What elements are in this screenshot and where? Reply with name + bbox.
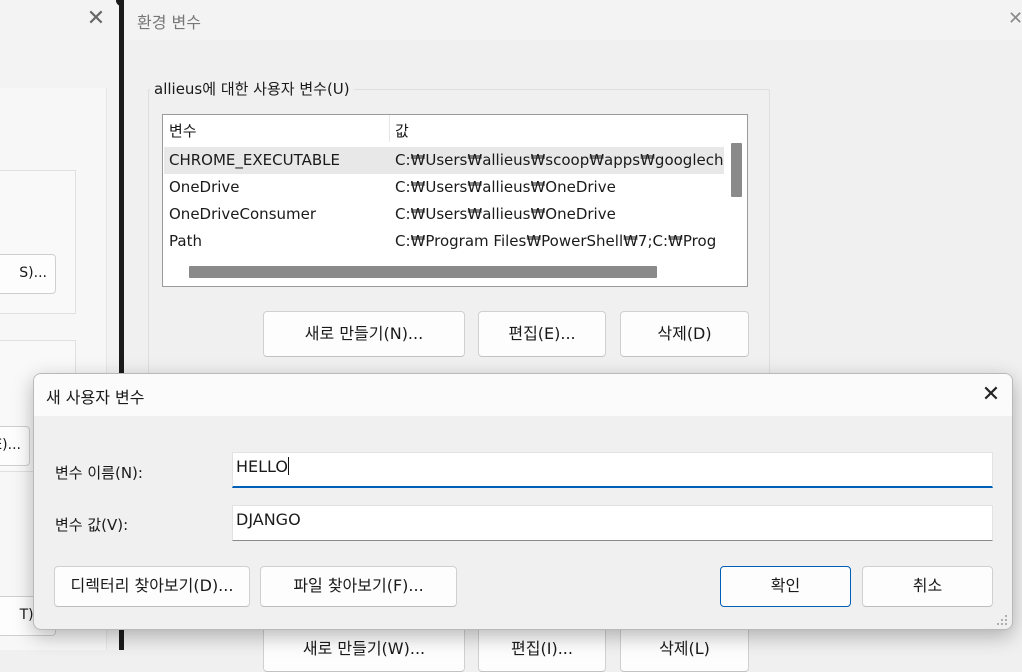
table-row[interactable]: OneDriveConsumer C:₩Users₩allieus₩OneDri…	[164, 201, 724, 228]
variable-value: C:₩Program Files₩PowerShell₩7;C:₩Prog	[395, 232, 717, 250]
variable-name: OneDriveConsumer	[169, 205, 317, 223]
variable-value: C:₩Users₩allieus₩OneDrive	[395, 205, 616, 223]
table-row[interactable]: OneDrive C:₩Users₩allieus₩OneDrive	[164, 174, 724, 201]
column-header-value[interactable]: 값	[395, 120, 409, 141]
new-user-variable-dialog: 새 사용자 변수 ✕ 변수 이름(N): HELLO 변수 값(V): DJAN…	[33, 373, 1013, 630]
variable-value-label: 변수 값(V):	[55, 516, 129, 534]
variable-name-label: 변수 이름(N):	[55, 464, 143, 482]
variable-name: CHROME_EXECUTABLE	[169, 151, 340, 169]
column-header-name[interactable]: 변수	[169, 120, 197, 141]
horizontal-scrollbar[interactable]	[189, 266, 657, 278]
resize-grip-icon[interactable]	[994, 612, 1008, 626]
close-icon[interactable]: ✕	[1008, 8, 1022, 29]
delete-system-variable-button[interactable]: 삭제(L)	[620, 626, 749, 672]
vertical-scrollbar[interactable]	[731, 143, 742, 197]
delete-user-variable-button[interactable]: 삭제(D)	[620, 311, 749, 357]
ok-button[interactable]: 확인	[720, 566, 851, 607]
edit-user-variable-button[interactable]: 편집(E)...	[478, 311, 606, 357]
variable-value: C:₩Users₩allieus₩OneDrive	[395, 178, 616, 196]
env-window-title: 환경 변수	[137, 13, 201, 32]
variable-value: C:₩Users₩allieus₩scoop₩apps₩googlech	[395, 151, 724, 169]
text-caret	[288, 457, 289, 475]
variable-name-value: HELLO	[236, 457, 288, 476]
variable-name: OneDrive	[169, 178, 240, 196]
table-row[interactable]: Path C:₩Program Files₩PowerShell₩7;C:₩Pr…	[164, 228, 724, 255]
user-variables-label: allieus에 대한 사용자 변수(U)	[150, 78, 354, 99]
variable-value-text: DJANGO	[236, 510, 301, 529]
new-system-variable-button[interactable]: 새로 만들기(W)...	[263, 626, 465, 672]
variable-name: Path	[169, 232, 202, 250]
variable-value-field[interactable]: DJANGO	[232, 505, 993, 541]
browse-file-button[interactable]: 파일 찾아보기(F)...	[260, 566, 457, 607]
background-settings-button[interactable]: S)...	[0, 254, 56, 294]
table-row[interactable]: CHROME_EXECUTABLE C:₩Users₩allieus₩scoop…	[164, 147, 724, 174]
edit-system-variable-button[interactable]: 편집(I)...	[478, 626, 606, 672]
dialog-titlebar: 새 사용자 변수 ✕	[34, 374, 1012, 416]
background-env-button[interactable]: E)...	[0, 426, 30, 466]
new-user-variable-button[interactable]: 새로 만들기(N)...	[263, 311, 465, 357]
browse-directory-button[interactable]: 디렉터리 찾아보기(D)...	[54, 566, 250, 607]
column-separator	[389, 115, 390, 142]
env-titlebar: 환경 변수 ✕	[124, 0, 1022, 40]
cancel-button[interactable]: 취소	[862, 566, 993, 607]
close-icon[interactable]: ✕	[82, 5, 110, 33]
close-icon[interactable]: ✕	[976, 380, 1006, 410]
variable-name-field[interactable]: HELLO	[232, 452, 993, 488]
dialog-title: 새 사용자 변수	[46, 388, 145, 407]
user-variables-table[interactable]: 변수 값 CHROME_EXECUTABLE C:₩Users₩allieus₩…	[162, 114, 748, 287]
